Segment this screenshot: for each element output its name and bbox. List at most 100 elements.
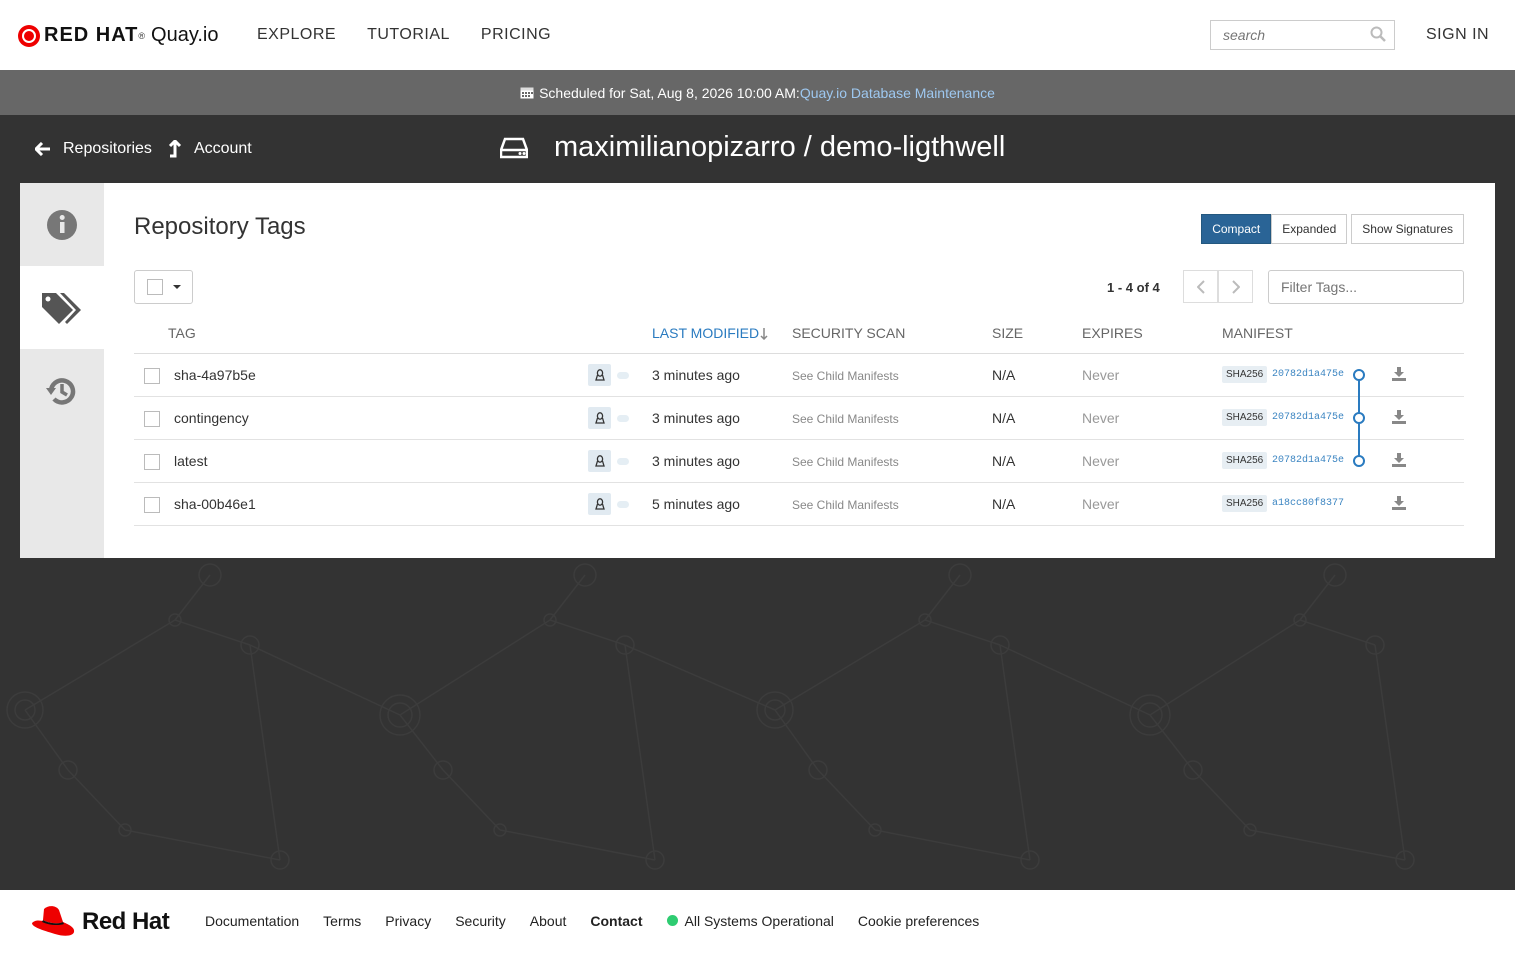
prev-page-button[interactable]	[1183, 270, 1218, 303]
next-page-button[interactable]	[1218, 270, 1253, 303]
column-size[interactable]: SIZE	[992, 325, 1023, 341]
select-all-checkbox[interactable]	[147, 279, 163, 295]
manifest-link-node[interactable]	[1353, 369, 1365, 381]
table-header: TAG LAST MODIFIED SECURITY SCAN SIZE EXP…	[134, 319, 1464, 354]
cookie-preferences-link[interactable]: Cookie preferences	[858, 913, 979, 929]
sha-badge: SHA256	[1222, 409, 1268, 426]
footer-link-security[interactable]: Security	[455, 913, 506, 929]
arrow-left-icon	[35, 142, 50, 156]
brand-name: RED HAT	[44, 24, 139, 46]
security-scan-link[interactable]: See Child Manifests	[792, 412, 899, 426]
status-indicator-icon	[666, 915, 678, 926]
search-icon[interactable]	[1370, 26, 1386, 42]
security-scan-link[interactable]: See Child Manifests	[792, 369, 899, 383]
calendar-icon	[520, 87, 534, 99]
last-modified: 5 minutes ago	[652, 496, 740, 512]
linux-platform-icon[interactable]	[588, 450, 611, 472]
column-expires[interactable]: EXPIRES	[1082, 325, 1143, 341]
footer-logo[interactable]: Red Hat	[30, 905, 170, 939]
search-input[interactable]	[1211, 21, 1361, 49]
sign-in-link[interactable]: SIGN IN	[1426, 26, 1489, 44]
system-status[interactable]: All Systems Operational	[666, 913, 834, 929]
last-modified: 3 minutes ago	[652, 367, 740, 383]
top-navbar: RED HAT ® Quay.io EXPLORE TUTORIAL PRICI…	[0, 0, 1515, 70]
footer-brand: Red Hat	[82, 908, 170, 935]
download-icon[interactable]	[1392, 410, 1406, 424]
nav-tutorial[interactable]: TUTORIAL	[367, 26, 450, 44]
column-tag[interactable]: TAG	[168, 325, 196, 341]
row-checkbox[interactable]	[144, 454, 160, 470]
row-checkbox[interactable]	[144, 497, 160, 513]
tag-name[interactable]: latest	[174, 453, 207, 469]
security-scan-link[interactable]: See Child Manifests	[792, 498, 899, 512]
breadcrumb-repositories[interactable]: Repositories	[35, 140, 152, 158]
linux-platform-icon[interactable]	[588, 407, 611, 429]
footer-link-privacy[interactable]: Privacy	[385, 913, 431, 929]
footer-links: Documentation Terms Privacy Security Abo…	[205, 913, 1003, 929]
expanded-view-button[interactable]: Expanded	[1271, 214, 1348, 244]
brand-registered: ®	[138, 30, 146, 41]
row-checkbox[interactable]	[144, 368, 160, 384]
platform-dot	[617, 372, 629, 379]
last-modified: 3 minutes ago	[652, 453, 740, 469]
tag-expires[interactable]: Never	[1082, 496, 1119, 512]
footer-link-documentation[interactable]: Documentation	[205, 913, 299, 929]
select-all-dropdown[interactable]	[134, 270, 193, 304]
download-icon[interactable]	[1392, 496, 1406, 510]
brand-product: Quay.io	[151, 24, 219, 46]
download-icon[interactable]	[1392, 453, 1406, 467]
row-checkbox[interactable]	[144, 411, 160, 427]
tag-name[interactable]: sha-4a97b5e	[174, 367, 256, 383]
nav-explore[interactable]: EXPLORE	[257, 26, 336, 44]
main-nav: EXPLORE TUTORIAL PRICING	[257, 26, 582, 44]
nav-pricing[interactable]: PRICING	[481, 26, 551, 44]
banner-text: Scheduled for Sat, Aug 8, 2026 10:00 AM:	[539, 84, 800, 101]
breadcrumb-account[interactable]: Account	[168, 140, 252, 158]
table-row: contingency 3 minutes ago See Child Mani…	[134, 397, 1464, 440]
tag-size: N/A	[992, 496, 1016, 512]
manifest-digest[interactable]: a18cc80f8377	[1272, 498, 1344, 509]
tag-expires[interactable]: Never	[1082, 453, 1119, 469]
banner-link[interactable]: Quay.io Database Maintenance	[800, 85, 995, 101]
repository-header: maximilianopizarro / demo-ligthwell	[500, 131, 1005, 164]
chevron-right-icon	[1231, 279, 1240, 294]
security-scan-link[interactable]: See Child Manifests	[792, 455, 899, 469]
manifest-link-node[interactable]	[1353, 412, 1365, 424]
sort-down-icon	[760, 328, 768, 340]
footer-link-terms[interactable]: Terms	[323, 913, 361, 929]
footer-link-contact[interactable]: Contact	[590, 913, 642, 929]
sha-badge: SHA256	[1222, 366, 1268, 383]
column-security-scan[interactable]: SECURITY SCAN	[792, 325, 905, 341]
column-manifest[interactable]: MANIFEST	[1222, 325, 1293, 341]
level-up-icon	[168, 140, 181, 158]
search-box	[1210, 20, 1395, 50]
compact-view-button[interactable]: Compact	[1201, 214, 1272, 244]
linux-platform-icon[interactable]	[588, 364, 611, 386]
filter-tags-input[interactable]	[1269, 271, 1463, 303]
sha-badge: SHA256	[1222, 495, 1268, 512]
tag-name[interactable]: contingency	[174, 410, 249, 426]
breadcrumb-account-label: Account	[193, 140, 252, 157]
show-signatures-button[interactable]: Show Signatures	[1351, 214, 1464, 244]
platform-dot	[617, 501, 629, 508]
tab-info[interactable]	[20, 183, 104, 266]
pagination	[1183, 270, 1253, 303]
tab-history[interactable]	[20, 349, 104, 432]
footer-link-about[interactable]: About	[530, 913, 567, 929]
tag-expires[interactable]: Never	[1082, 367, 1119, 383]
footer: Red Hat Documentation Terms Privacy Secu…	[0, 890, 1515, 954]
view-toggle: Compact Expanded Show Signatures	[1201, 214, 1464, 244]
manifest-digest[interactable]: 20782d1a475e	[1272, 412, 1344, 423]
column-last-modified[interactable]: LAST MODIFIED	[652, 325, 759, 341]
table-row: latest 3 minutes ago See Child Manifests…	[134, 440, 1464, 483]
tag-name[interactable]: sha-00b46e1	[174, 496, 256, 512]
linux-platform-icon[interactable]	[588, 493, 611, 515]
manifest-digest[interactable]: 20782d1a475e	[1272, 455, 1344, 466]
download-icon[interactable]	[1392, 367, 1406, 381]
redhat-hat-icon	[32, 906, 75, 936]
tab-tags[interactable]	[20, 266, 104, 349]
tag-expires[interactable]: Never	[1082, 410, 1119, 426]
brand-logo[interactable]: RED HAT ® Quay.io	[18, 24, 219, 47]
manifest-link-node[interactable]	[1353, 455, 1365, 467]
manifest-digest[interactable]: 20782d1a475e	[1272, 369, 1344, 380]
